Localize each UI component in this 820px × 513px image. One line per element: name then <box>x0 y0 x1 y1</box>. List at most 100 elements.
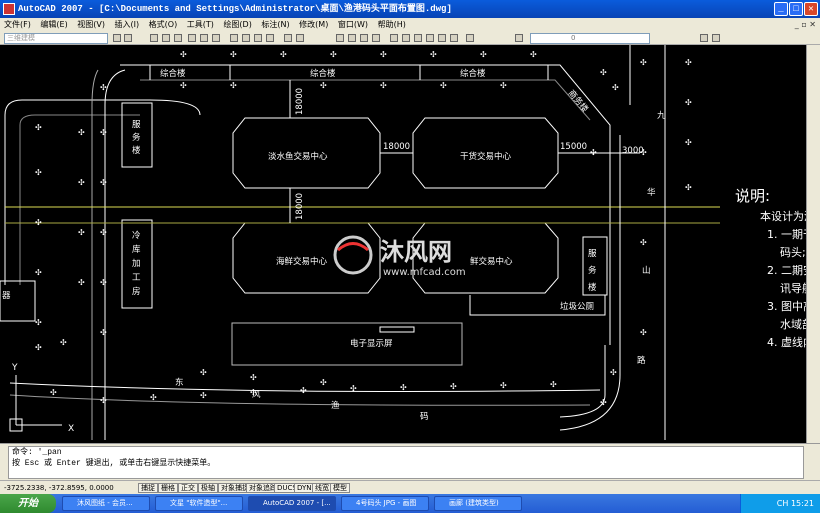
layer-manager-icon[interactable] <box>515 34 523 42</box>
autocad-app-icon[interactable] <box>3 3 15 15</box>
watermark-url: www.mfcad.com <box>383 267 466 278</box>
label-lengku-1: 冷 <box>132 230 141 241</box>
menu-window[interactable]: 窗口(W) <box>338 20 368 29</box>
language-indicator[interactable]: CH <box>777 499 789 508</box>
label-danshui: 淡水鱼交易中心 <box>268 151 328 162</box>
pan-icon[interactable] <box>336 34 344 42</box>
menu-tools[interactable]: 工具(T) <box>187 20 214 29</box>
redo-icon[interactable] <box>296 34 304 42</box>
task-mufeng[interactable]: 沐风图纸 - 会员... <box>62 496 150 511</box>
save-icon[interactable] <box>174 34 182 42</box>
copy-icon[interactable] <box>242 34 250 42</box>
menu-bar: 文件(F) 编辑(E) 视图(V) 插入(I) 格式(O) 工具(T) 绘图(D… <box>0 18 820 31</box>
svg-text:✣: ✣ <box>35 218 42 227</box>
svg-text:✣: ✣ <box>300 386 307 395</box>
minimize-button[interactable]: _ <box>774 2 788 16</box>
svg-text:✣: ✣ <box>230 81 237 90</box>
command-history[interactable]: 命令: '_pan 按 Esc 或 Enter 键退出, 或单击右键显示快捷菜单… <box>8 446 804 479</box>
grid-toggle[interactable]: 栅格 <box>158 483 178 493</box>
close-button[interactable]: ✕ <box>804 2 818 16</box>
svg-text:✣: ✣ <box>640 238 647 247</box>
menu-dimension[interactable]: 标注(N) <box>261 20 289 29</box>
task-paint[interactable]: 4号码头 JPG - 画图 <box>341 496 429 511</box>
standard-toolbar: 三维建模 0 <box>0 31 820 45</box>
markup-icon[interactable] <box>438 34 446 42</box>
task-wenxing[interactable]: 文星 "软件造型"... <box>155 496 243 511</box>
document-window-controls[interactable]: _ ▫ ✕ <box>795 18 816 31</box>
workspace-save-icon[interactable] <box>124 34 132 42</box>
cut-icon[interactable] <box>230 34 238 42</box>
workspace-settings-icon[interactable] <box>113 34 121 42</box>
svg-text:✣: ✣ <box>320 378 327 387</box>
menu-view[interactable]: 视图(V) <box>77 20 105 29</box>
svg-text:✣: ✣ <box>550 380 557 389</box>
notes-line-6: 3. 图中高 <box>767 299 806 313</box>
drawing-canvas[interactable]: ✣ ✣ ✣ ✣ ✣ ✣ ✣ ✣ ✣ ✣ ✣ ✣ ✣ ✣ ✣ ✣ ✣ ✣ ✣ ✣ ✣ ✣ ✣ ✣ ✣ ✣ ✣ ✣ ✣ ✣ ✣ ✣ ✣ ✣ ✣… <box>0 45 806 443</box>
layer-previous-icon[interactable] <box>700 34 708 42</box>
tool-palettes-icon[interactable] <box>414 34 422 42</box>
window-title: AutoCAD 2007 - [C:\Documents and Setting… <box>18 4 452 14</box>
print-icon[interactable] <box>188 34 196 42</box>
label-screen: 电子显示屏 <box>350 338 393 349</box>
properties-icon[interactable] <box>390 34 398 42</box>
svg-text:✣: ✣ <box>320 81 327 90</box>
undo-icon[interactable] <box>284 34 292 42</box>
label-zonghe-1: 综合楼 <box>160 68 186 79</box>
svg-text:✣: ✣ <box>250 373 257 382</box>
maximize-button[interactable]: □ <box>789 2 803 16</box>
new-icon[interactable] <box>150 34 158 42</box>
sheet-set-icon[interactable] <box>426 34 434 42</box>
notes-line-2: 1. 一期于 <box>767 228 806 241</box>
make-current-icon[interactable] <box>712 34 720 42</box>
help-icon[interactable] <box>466 34 474 42</box>
road-label-yu: 渔 <box>331 400 340 411</box>
dim-18000-horizontal: 18000 <box>383 142 410 152</box>
svg-text:✣: ✣ <box>280 50 287 59</box>
label-fuwu-right-2: 务 <box>588 265 597 276</box>
label-fuwu-left-2: 务 <box>132 132 141 143</box>
svg-text:✣: ✣ <box>400 383 407 392</box>
ortho-toggle[interactable]: 正交 <box>178 483 198 493</box>
svg-text:✣: ✣ <box>230 50 237 59</box>
menu-file[interactable]: 文件(F) <box>4 20 31 29</box>
publish-icon[interactable] <box>212 34 220 42</box>
svg-text:✣: ✣ <box>100 83 107 92</box>
model-toggle[interactable]: 模型 <box>330 483 350 493</box>
task-autocad[interactable]: AutoCAD 2007 - [... <box>248 496 336 511</box>
open-icon[interactable] <box>162 34 170 42</box>
svg-text:✣: ✣ <box>500 381 507 390</box>
svg-text:✣: ✣ <box>685 183 692 192</box>
workspace-dropdown[interactable]: 三维建模 <box>4 33 108 44</box>
svg-text:✣: ✣ <box>180 81 187 90</box>
polar-toggle[interactable]: 极轴 <box>198 483 218 493</box>
start-button[interactable]: 开始 <box>0 494 56 513</box>
menu-help[interactable]: 帮助(H) <box>378 20 406 29</box>
label-fuwu-right-1: 服 <box>588 249 597 259</box>
design-center-icon[interactable] <box>402 34 410 42</box>
snap-toggle[interactable]: 捕捉 <box>138 483 158 493</box>
system-tray: CH 15:21 <box>740 494 820 513</box>
label-right-market: 鲜交易中心 <box>470 256 513 267</box>
road-label-jiu: 九 <box>657 111 666 121</box>
menu-draw[interactable]: 绘图(D) <box>223 20 251 29</box>
layer-dropdown[interactable]: 0 <box>530 33 650 44</box>
match-properties-icon[interactable] <box>266 34 274 42</box>
svg-text:✣: ✣ <box>100 178 107 187</box>
zoom-window-icon[interactable] <box>360 34 368 42</box>
quickcalc-icon[interactable] <box>450 34 458 42</box>
menu-modify[interactable]: 修改(M) <box>299 20 328 29</box>
menu-insert[interactable]: 插入(I) <box>115 20 140 29</box>
label-zonghe-3: 综合楼 <box>460 68 486 79</box>
lineweight-toggle[interactable]: 线宽 <box>312 483 332 493</box>
vertical-scrollbar[interactable] <box>806 45 820 443</box>
menu-format[interactable]: 格式(O) <box>149 20 178 29</box>
road-label-shan: 山 <box>642 265 651 276</box>
menu-edit[interactable]: 编辑(E) <box>40 20 67 29</box>
zoom-realtime-icon[interactable] <box>348 34 356 42</box>
label-fuwu-left-3: 楼 <box>132 145 141 156</box>
task-gallery[interactable]: 画廊 (建筑类型) <box>434 496 522 511</box>
svg-text:✣: ✣ <box>78 278 85 287</box>
paste-icon[interactable] <box>254 34 262 42</box>
preview-icon[interactable] <box>200 34 208 42</box>
zoom-previous-icon[interactable] <box>372 34 380 42</box>
